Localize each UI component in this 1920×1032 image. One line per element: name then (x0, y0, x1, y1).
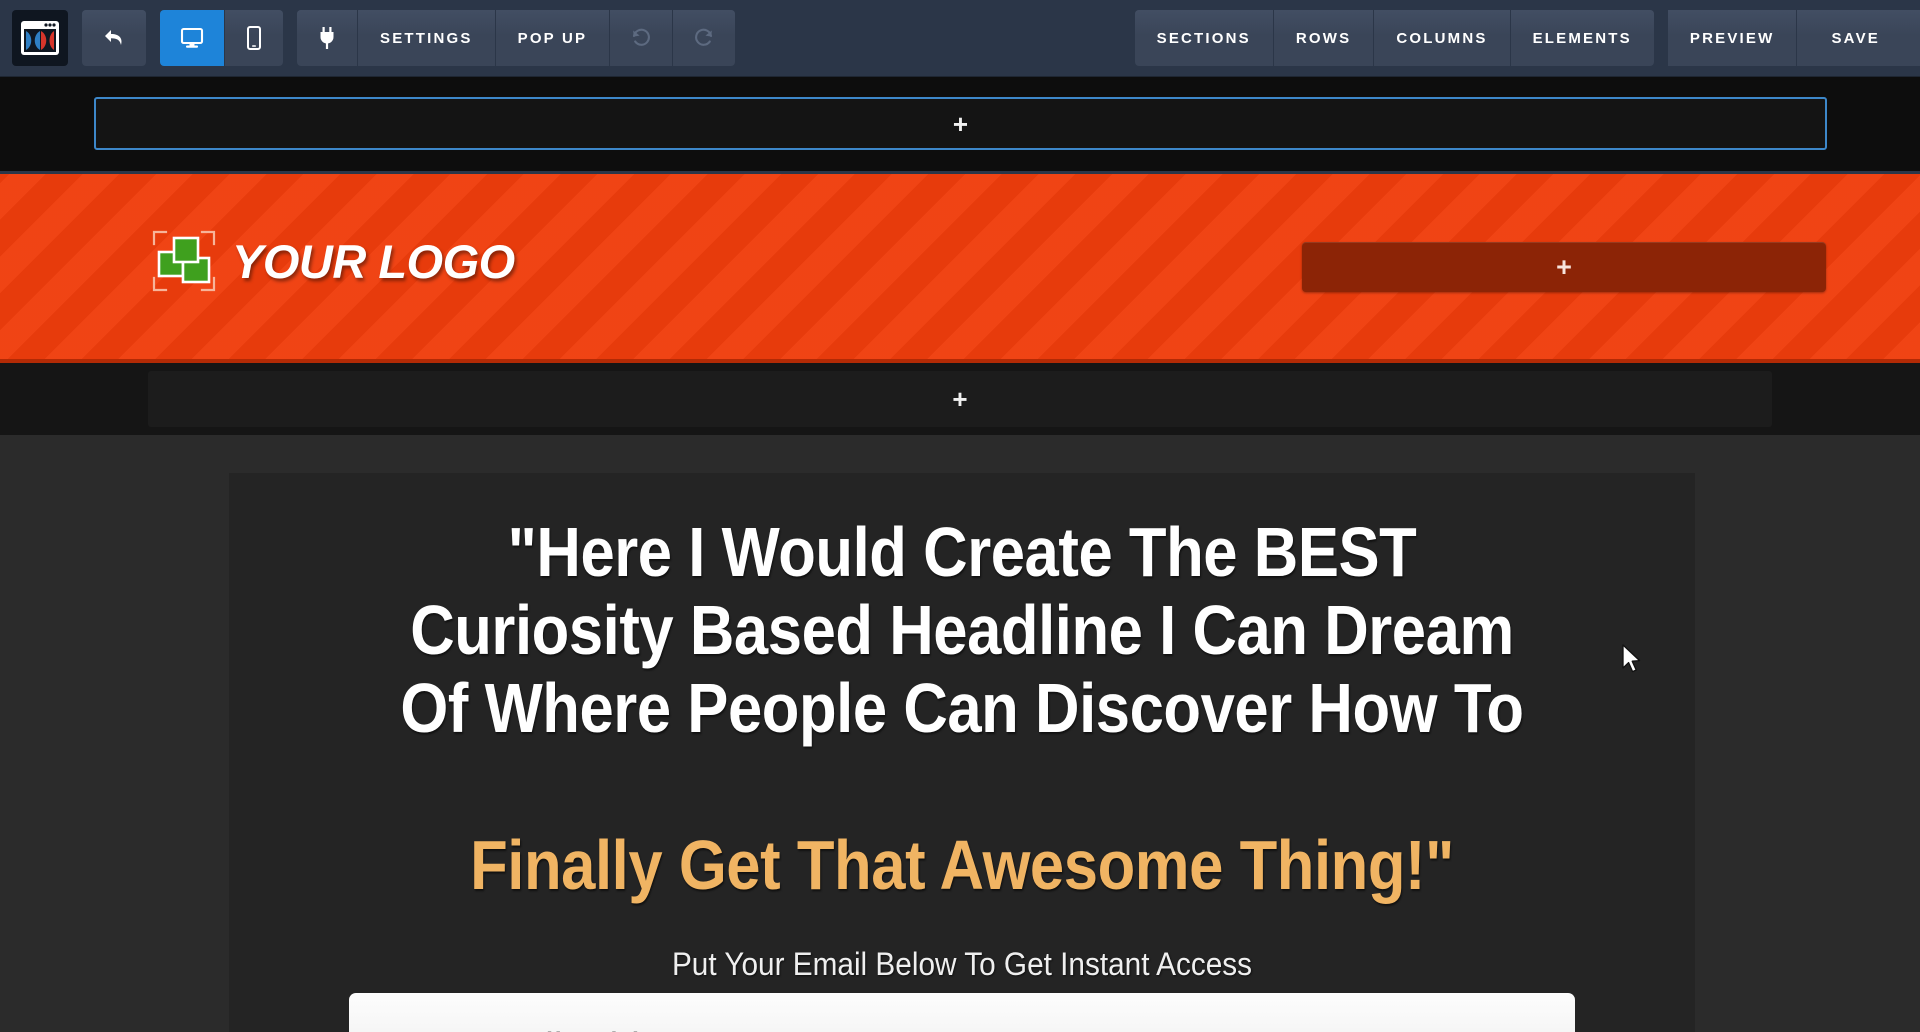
browser-window-icon (20, 20, 60, 56)
toolbar-group-actions: PREVIEW SAVE (1667, 10, 1920, 66)
elements-button[interactable]: ELEMENTS (1510, 10, 1654, 66)
plug-icon (317, 26, 337, 50)
save-button[interactable]: SAVE (1797, 10, 1920, 66)
plus-icon: + (1556, 251, 1572, 282)
columns-button[interactable]: COLUMNS (1374, 10, 1511, 66)
undo-history-button[interactable] (610, 10, 674, 66)
undo-arrow-icon (102, 27, 126, 49)
add-section-top-button[interactable]: + (94, 97, 1827, 150)
email-input-placeholder: Your Email Address Here (377, 1024, 807, 1032)
mobile-phone-icon (245, 26, 263, 50)
page-canvas: + YOUR LOGO + + "Here I Would Create The… (0, 77, 1920, 1032)
toolbar-group-tools: SETTINGS POP UP (297, 10, 736, 66)
hero-headline[interactable]: "Here I Would Create The BEST Curiosity … (370, 513, 1554, 747)
plus-icon: + (952, 108, 969, 139)
settings-button[interactable]: SETTINGS (358, 10, 496, 66)
sections-button[interactable]: SECTIONS (1134, 10, 1274, 66)
email-input[interactable]: Your Email Address Here (349, 993, 1575, 1032)
app-logo[interactable] (12, 10, 68, 66)
toolbar-group-device (160, 10, 283, 66)
add-section-second-button[interactable]: + (148, 371, 1772, 427)
editor-toolbar: SETTINGS POP UP SECTIONS ROWS COLUMNS EL… (0, 0, 1920, 77)
hero-subheadline[interactable]: Finally Get That Awesome Thing!" (370, 826, 1554, 904)
device-mobile-button[interactable] (225, 10, 283, 66)
undo-button[interactable] (82, 10, 146, 66)
toolbar-group-builder: SECTIONS ROWS COLUMNS ELEMENTS (1134, 10, 1654, 66)
redo-circular-icon (693, 27, 715, 49)
toolbar-group-history (82, 10, 146, 66)
logo-text: YOUR LOGO (232, 234, 515, 288)
undo-circular-icon (630, 27, 652, 49)
hero-card[interactable]: "Here I Would Create The BEST Curiosity … (229, 473, 1695, 1032)
device-desktop-button[interactable] (160, 10, 225, 66)
integrations-plug-button[interactable] (297, 10, 358, 66)
header-section[interactable]: YOUR LOGO + (0, 171, 1920, 363)
plus-icon: + (952, 384, 968, 414)
desktop-monitor-icon (180, 27, 204, 49)
header-add-element-button[interactable]: + (1302, 242, 1826, 292)
preview-button[interactable]: PREVIEW (1667, 10, 1798, 66)
rows-button[interactable]: ROWS (1273, 10, 1375, 66)
popup-button[interactable]: POP UP (495, 10, 611, 66)
redo-history-button[interactable] (673, 10, 736, 66)
green-squares-logo-icon (152, 230, 216, 292)
email-prompt-label: Put Your Email Below To Get Instant Acce… (671, 946, 1253, 982)
hero-section: "Here I Would Create The BEST Curiosity … (0, 435, 1920, 1032)
logo-block[interactable]: YOUR LOGO (152, 230, 515, 292)
